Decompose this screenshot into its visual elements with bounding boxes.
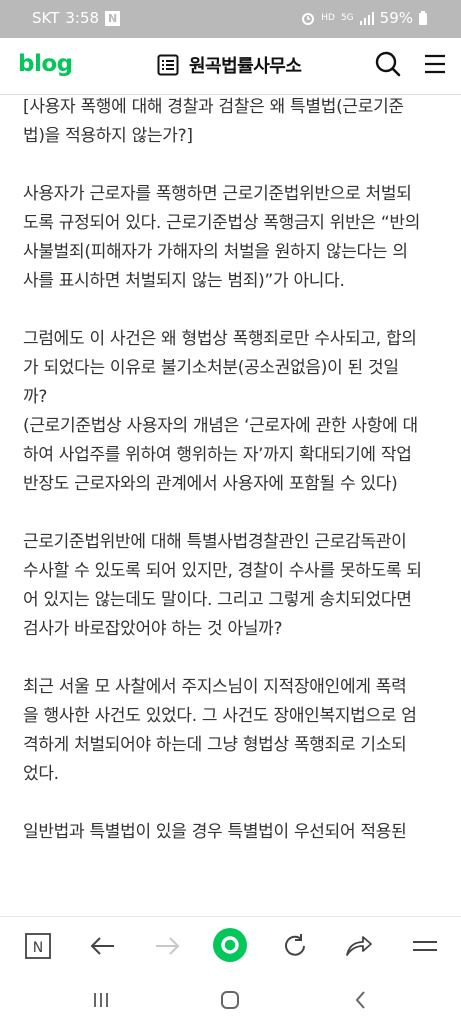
menu-icon[interactable] bbox=[410, 931, 440, 961]
forward-arrow-icon[interactable] bbox=[152, 931, 182, 961]
blog-logo[interactable]: blog bbox=[18, 51, 73, 77]
battery-icon bbox=[419, 11, 427, 25]
clock: 3:58 bbox=[65, 9, 100, 27]
blog-title[interactable]: 원곡법률사무소 bbox=[189, 52, 302, 78]
naver-icon[interactable]: N bbox=[23, 931, 53, 961]
paragraph: 최근 서울 모 사찰에서 주지스님이 지적장애인에게 폭력 을 행사한 사건도 … bbox=[23, 677, 417, 784]
system-nav-bar bbox=[0, 974, 461, 1024]
search-icon[interactable] bbox=[374, 50, 402, 78]
status-bar: SKT 3:58 N HD 5G 59% bbox=[0, 0, 461, 38]
carrier-label: SKT bbox=[32, 9, 60, 27]
battery-percent: 59% bbox=[379, 9, 413, 27]
green-dot-icon[interactable] bbox=[212, 927, 248, 963]
signal-icon bbox=[359, 11, 374, 25]
status-right: HD 5G 59% bbox=[301, 9, 427, 27]
svg-text:N: N bbox=[33, 940, 43, 956]
home-icon[interactable] bbox=[217, 987, 243, 1013]
volte-icon: HD bbox=[321, 12, 335, 23]
article-body: [사용자 폭행에 대해 경찰과 검찰은 왜 특별법(근로기준 법)을 적용하지 … bbox=[23, 93, 443, 847]
paragraph: 사용자가 근로자를 폭행하면 근로기준법위반으로 처벌되 도록 규정되어 있다.… bbox=[23, 184, 421, 291]
back-icon[interactable] bbox=[348, 987, 374, 1013]
notification-icon: N bbox=[105, 10, 121, 26]
paragraph: 그럼에도 이 사건은 왜 형법상 폭행죄로만 수사되고, 합의 가 되었다는 이… bbox=[23, 329, 418, 494]
share-icon[interactable] bbox=[344, 931, 374, 961]
browser-toolbar: N bbox=[0, 916, 461, 975]
list-icon[interactable] bbox=[157, 54, 179, 76]
recent-apps-icon[interactable] bbox=[88, 987, 114, 1013]
paragraph: 일반법과 특별법이 있을 경우 특별법이 우선되어 적용된 bbox=[23, 822, 407, 842]
refresh-icon[interactable] bbox=[280, 931, 310, 961]
status-left: SKT 3:58 N bbox=[32, 9, 121, 27]
paragraph: 근로기준법위반에 대해 특별사법경찰관인 근로감독관이 수사할 수 있도록 되어… bbox=[23, 532, 422, 639]
network-type: 5G bbox=[340, 12, 354, 23]
paragraph: [사용자 폭행에 대해 경찰과 검찰은 왜 특별법(근로기준 법)을 적용하지 … bbox=[23, 97, 404, 146]
back-arrow-icon[interactable] bbox=[88, 931, 118, 961]
alarm-icon bbox=[302, 13, 315, 25]
app-header: blog 원곡법률사무소 bbox=[0, 38, 461, 95]
menu-icon[interactable] bbox=[422, 50, 450, 78]
blog-title-group[interactable]: 원곡법률사무소 bbox=[157, 52, 302, 78]
